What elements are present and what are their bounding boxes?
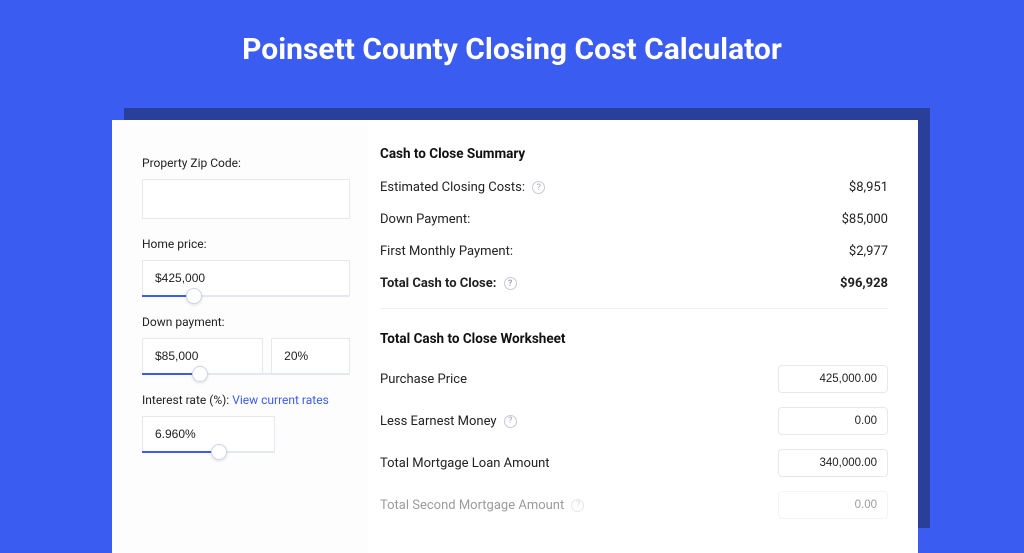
calculator-card: Property Zip Code: Home price: Down paym… <box>112 120 918 553</box>
ws-row-earnest-money: Less Earnest Money ? <box>380 407 888 435</box>
summary-label: Down Payment: <box>380 212 470 227</box>
ws-input-purchase-price[interactable] <box>778 365 888 393</box>
down-payment-slider[interactable] <box>142 373 350 375</box>
ws-label: Total Mortgage Loan Amount <box>380 456 550 471</box>
ws-label: Purchase Price <box>380 372 467 387</box>
ws-row-purchase-price: Purchase Price <box>380 365 888 393</box>
summary-row-closing-costs: Estimated Closing Costs: ? $8,951 <box>380 180 888 195</box>
down-payment-slider-thumb[interactable] <box>192 366 208 382</box>
help-icon[interactable]: ? <box>504 277 517 290</box>
ws-row-second-mortgage: Total Second Mortgage Amount ? <box>380 491 888 519</box>
rate-slider-fill <box>142 451 219 453</box>
down-payment-field: Down payment: <box>142 315 350 375</box>
down-payment-label: Down payment: <box>142 315 350 329</box>
page-title: Poinsett County Closing Cost Calculator <box>0 0 1024 91</box>
summary-total-label: Total Cash to Close: <box>380 276 496 291</box>
results-panel: Cash to Close Summary Estimated Closing … <box>368 120 918 553</box>
home-price-field: Home price: <box>142 237 350 297</box>
home-price-input[interactable] <box>142 260 350 296</box>
ws-label: Less Earnest Money <box>380 414 497 429</box>
zip-input[interactable] <box>142 179 350 219</box>
ws-label: Total Second Mortgage Amount <box>380 498 564 513</box>
rate-label: Interest rate (%): <box>142 393 229 407</box>
ws-input-second-mortgage[interactable] <box>778 491 888 519</box>
home-price-slider-thumb[interactable] <box>186 288 202 304</box>
summary-value: $85,000 <box>842 212 888 227</box>
summary-value: $8,951 <box>849 180 888 195</box>
home-price-slider[interactable] <box>142 295 350 297</box>
summary-row-total: Total Cash to Close: ? $96,928 <box>380 276 888 291</box>
rate-label-row: Interest rate (%): View current rates <box>142 393 350 407</box>
rate-field: Interest rate (%): View current rates <box>142 393 350 453</box>
help-icon[interactable]: ? <box>532 181 545 194</box>
zip-label: Property Zip Code: <box>142 156 350 170</box>
rate-input[interactable] <box>142 416 275 452</box>
rate-slider[interactable] <box>142 451 275 453</box>
summary-label: First Monthly Payment: <box>380 244 513 259</box>
zip-field: Property Zip Code: <box>142 156 350 219</box>
inputs-panel: Property Zip Code: Home price: Down paym… <box>112 120 368 553</box>
home-price-label: Home price: <box>142 237 350 251</box>
help-icon[interactable]: ? <box>504 415 517 428</box>
rate-slider-thumb[interactable] <box>211 444 227 460</box>
down-payment-pct-input[interactable] <box>271 338 350 374</box>
ws-input-earnest-money[interactable] <box>778 407 888 435</box>
summary-total-value: $96,928 <box>840 276 888 291</box>
summary-label: Estimated Closing Costs: <box>380 180 525 195</box>
ws-input-mortgage-amount[interactable] <box>778 449 888 477</box>
worksheet-heading: Total Cash to Close Worksheet <box>380 331 888 347</box>
summary-heading: Cash to Close Summary <box>380 146 888 162</box>
summary-value: $2,977 <box>849 244 888 259</box>
worksheet-section: Total Cash to Close Worksheet Purchase P… <box>380 308 888 519</box>
ws-row-mortgage-amount: Total Mortgage Loan Amount <box>380 449 888 477</box>
rate-link[interactable]: View current rates <box>232 393 329 407</box>
help-icon[interactable]: ? <box>571 499 584 512</box>
summary-row-first-payment: First Monthly Payment: $2,977 <box>380 244 888 259</box>
summary-row-down-payment: Down Payment: $85,000 <box>380 212 888 227</box>
